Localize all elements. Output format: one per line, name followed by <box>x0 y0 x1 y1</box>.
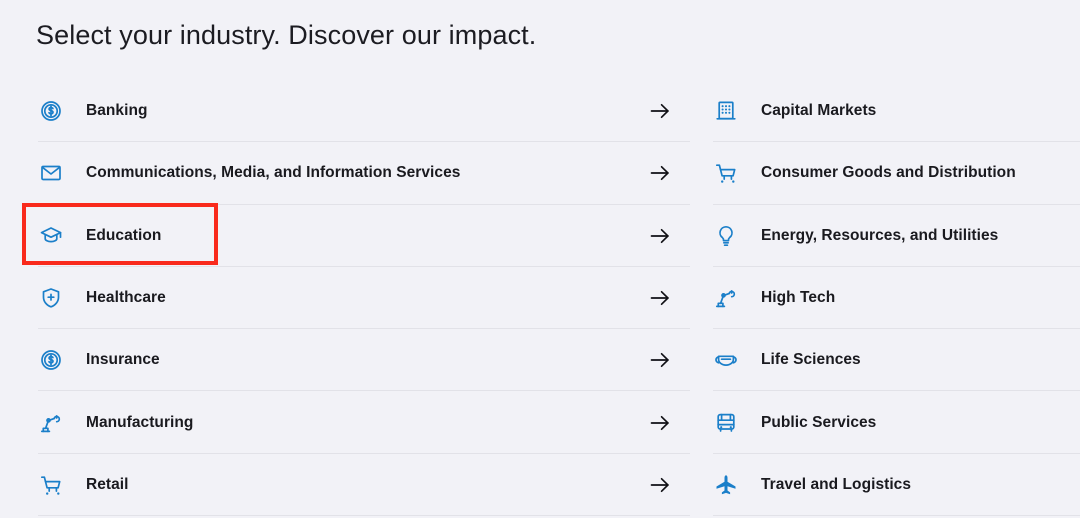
industry-label: Manufacturing <box>86 413 194 431</box>
industry-label: Consumer Goods and Distribution <box>761 164 1016 182</box>
industry-label: Travel and Logistics <box>761 475 912 493</box>
bus-icon <box>713 410 739 436</box>
airplane-icon <box>713 472 739 498</box>
page-title: Select your industry. Discover our impac… <box>36 20 537 50</box>
arrow-right-icon[interactable] <box>648 411 672 435</box>
industry-label: Education <box>86 226 162 244</box>
industry-row-capital-markets[interactable]: Capital Markets <box>713 80 1080 143</box>
industry-row-consumer-goods-and-distribution[interactable]: Consumer Goods and Distribution <box>713 142 1080 205</box>
industry-row-travel-and-logistics[interactable]: Travel and Logistics <box>713 454 1080 517</box>
industry-row-healthcare[interactable]: Healthcare <box>22 267 690 330</box>
industry-label: Communications, Media, and Information S… <box>86 164 461 182</box>
industry-row-banking[interactable]: Banking <box>22 80 690 143</box>
face-mask-icon <box>713 347 739 373</box>
industry-row-manufacturing[interactable]: Manufacturing <box>22 391 690 455</box>
dollar-circle-icon <box>38 347 64 373</box>
envelope-icon <box>38 160 64 186</box>
industry-label: High Tech <box>761 289 836 307</box>
industry-label: Banking <box>86 102 148 120</box>
shopping-cart-icon <box>38 472 64 498</box>
arrow-right-icon[interactable] <box>648 473 672 497</box>
arrow-right-icon[interactable] <box>648 161 672 185</box>
arrow-right-icon[interactable] <box>648 224 672 248</box>
industry-label: Life Sciences <box>761 351 861 369</box>
industry-label: Capital Markets <box>761 102 877 120</box>
industry-label: Healthcare <box>86 289 166 307</box>
industry-label: Insurance <box>86 351 160 369</box>
industry-row-high-tech[interactable]: High Tech <box>713 267 1080 330</box>
lightbulb-icon <box>713 223 739 249</box>
robot-arm-icon <box>713 285 739 311</box>
industry-row-retail[interactable]: Retail <box>22 454 690 517</box>
industry-row-energy-resources-and-utilities[interactable]: Energy, Resources, and Utilities <box>713 205 1080 268</box>
dollar-circle-icon <box>38 98 64 124</box>
industry-label: Public Services <box>761 413 877 431</box>
arrow-right-icon[interactable] <box>648 99 672 123</box>
robot-arm-icon <box>38 410 64 436</box>
arrow-right-icon[interactable] <box>648 286 672 310</box>
shopping-cart-icon <box>713 160 739 186</box>
industry-label: Retail <box>86 475 129 493</box>
office-building-icon <box>713 98 739 124</box>
shield-plus-icon <box>38 285 64 311</box>
arrow-right-icon[interactable] <box>648 348 672 372</box>
graduation-cap-icon <box>38 223 64 249</box>
industry-row-public-services[interactable]: Public Services <box>713 391 1080 455</box>
industry-row-education[interactable]: Education <box>22 205 690 268</box>
industry-row-insurance[interactable]: Insurance <box>22 329 690 392</box>
industry-row-communications-media-and-information-services[interactable]: Communications, Media, and Information S… <box>22 142 690 205</box>
industry-label: Energy, Resources, and Utilities <box>761 226 999 244</box>
industry-row-life-sciences[interactable]: Life Sciences <box>713 329 1080 392</box>
industry-column-right: Capital Markets Consumer Goods and Distri… <box>713 80 1080 517</box>
industry-column-left: Banking Communications, Media, and Inform… <box>22 80 690 517</box>
